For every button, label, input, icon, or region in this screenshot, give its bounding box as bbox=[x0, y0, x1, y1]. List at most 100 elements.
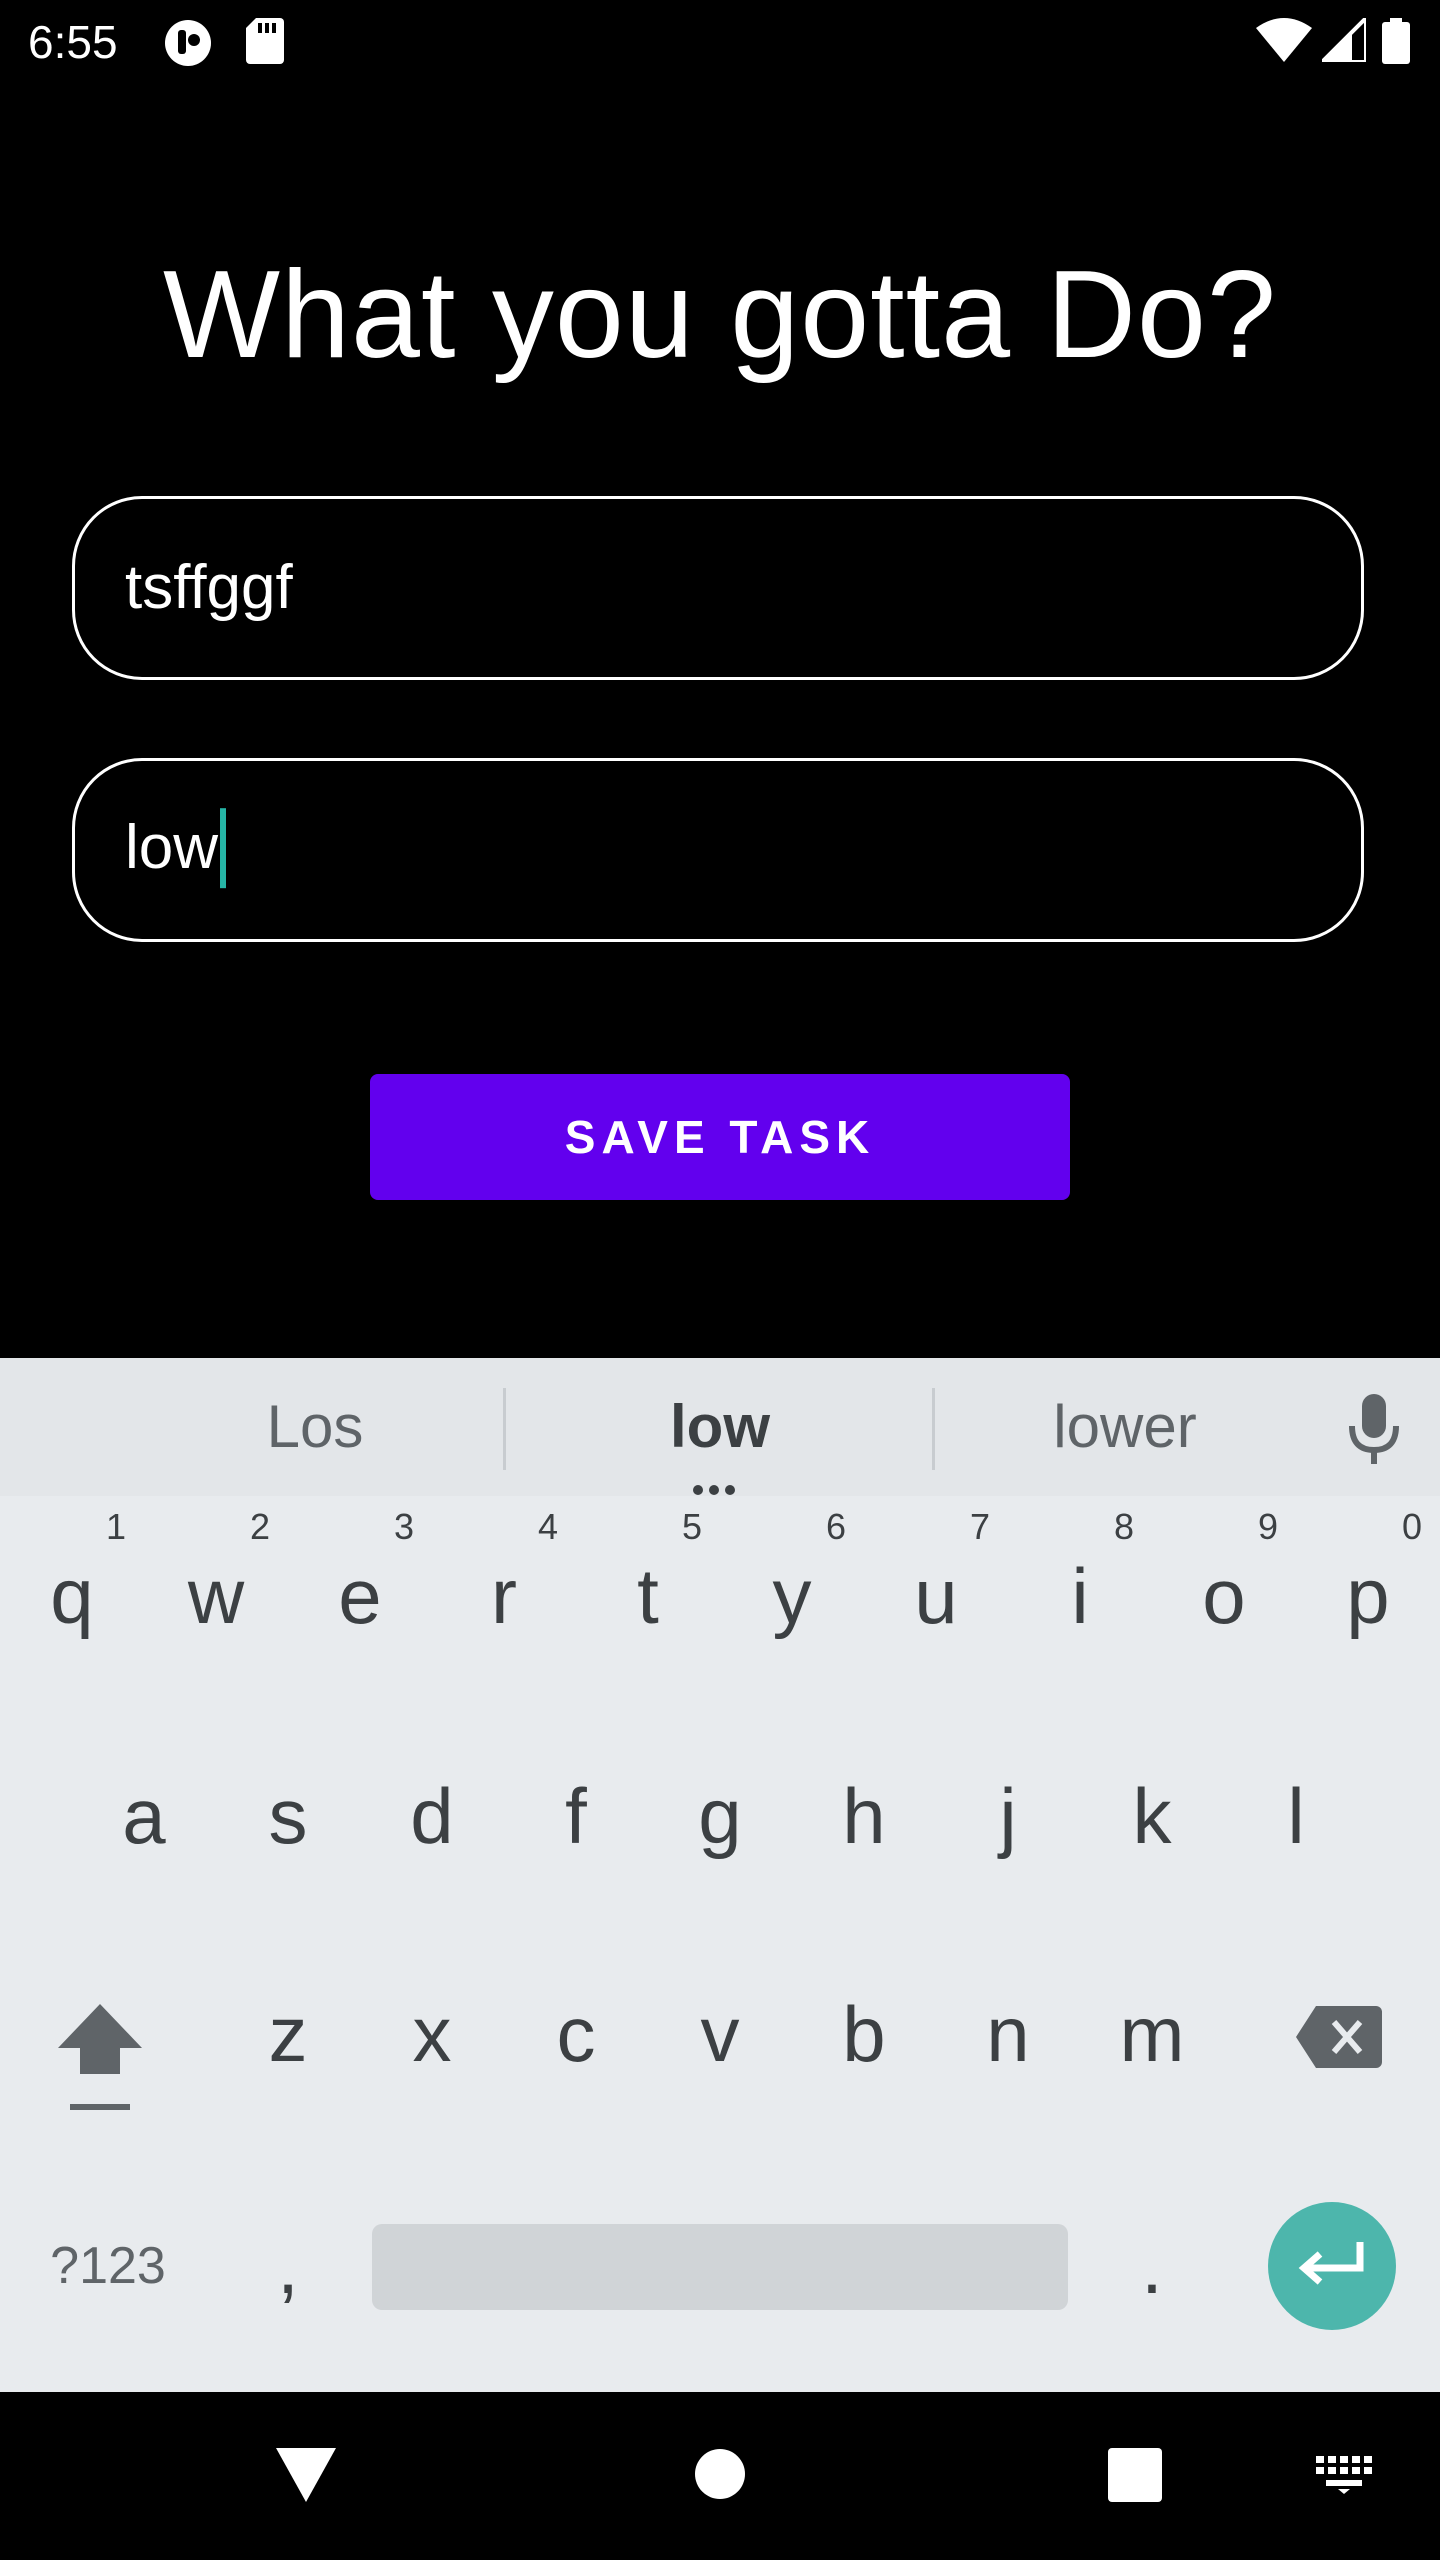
backspace-icon bbox=[1296, 2006, 1382, 2068]
priority-input-content: low bbox=[125, 807, 227, 892]
key-b[interactable]: b bbox=[792, 1934, 936, 2134]
key-label: f bbox=[565, 1772, 587, 1860]
key-hint: 9 bbox=[1257, 1506, 1278, 1547]
key-p[interactable]: 0p bbox=[1296, 1496, 1440, 1696]
navigation-bar bbox=[0, 2392, 1440, 2560]
suggestion-left[interactable]: Los bbox=[150, 1358, 480, 1496]
key-label: k bbox=[1132, 1772, 1172, 1860]
key-w[interactable]: 2w bbox=[144, 1496, 288, 1696]
key-q[interactable]: 1q bbox=[0, 1496, 144, 1696]
key-label: c bbox=[556, 1990, 596, 2078]
key-h[interactable]: h bbox=[792, 1716, 936, 1916]
key-y[interactable]: 6y bbox=[720, 1496, 864, 1696]
key-label: q bbox=[50, 1552, 94, 1640]
sd-card-icon bbox=[246, 18, 284, 64]
key-t[interactable]: 5t bbox=[576, 1496, 720, 1696]
key-u[interactable]: 7u bbox=[864, 1496, 1008, 1696]
key-label: r bbox=[491, 1552, 517, 1640]
key-g[interactable]: g bbox=[648, 1716, 792, 1916]
key-label: a bbox=[122, 1772, 166, 1860]
key-label: ?123 bbox=[50, 2237, 166, 2295]
key-label: , bbox=[277, 2222, 299, 2310]
key-k[interactable]: k bbox=[1080, 1716, 1224, 1916]
suggestion-center[interactable]: low bbox=[540, 1358, 900, 1496]
key-label: i bbox=[1071, 1552, 1089, 1640]
key-label: e bbox=[338, 1552, 382, 1640]
key-label: . bbox=[1141, 2222, 1163, 2310]
page-title: What you gotta Do? bbox=[163, 246, 1277, 384]
more-suggestions-indicator bbox=[693, 1482, 745, 1495]
battery-icon bbox=[1382, 18, 1410, 64]
suggestion-strip: Los low lower bbox=[0, 1358, 1440, 1496]
key-v[interactable]: v bbox=[648, 1934, 792, 2134]
key-i[interactable]: 8i bbox=[1008, 1496, 1152, 1696]
key-d[interactable]: d bbox=[360, 1716, 504, 1916]
suggestion-right[interactable]: lower bbox=[960, 1358, 1290, 1496]
priority-input[interactable]: low bbox=[72, 758, 1364, 942]
key-s[interactable]: s bbox=[216, 1716, 360, 1916]
key-n[interactable]: n bbox=[936, 1934, 1080, 2134]
key-label: l bbox=[1287, 1772, 1305, 1860]
suggestion-divider bbox=[932, 1388, 935, 1470]
key-o[interactable]: 9o bbox=[1152, 1496, 1296, 1696]
key-label: m bbox=[1119, 1990, 1185, 2078]
key-hint: 6 bbox=[825, 1506, 846, 1547]
period-key[interactable]: . bbox=[1080, 2166, 1224, 2366]
signal-icon bbox=[1322, 18, 1366, 62]
key-label: w bbox=[187, 1552, 245, 1640]
enter-icon bbox=[1298, 2242, 1364, 2285]
back-icon[interactable] bbox=[276, 2448, 336, 2502]
key-f[interactable]: f bbox=[504, 1716, 648, 1916]
soft-keyboard: Los low lower 1q 2w 3e 4r 5t 6y 7u 8i 9o… bbox=[0, 1358, 1440, 2392]
save-task-button[interactable]: SAVE TASK bbox=[370, 1074, 1070, 1200]
key-label: v bbox=[700, 1990, 740, 2078]
key-label: o bbox=[1202, 1552, 1246, 1640]
backspace-key[interactable] bbox=[1266, 1934, 1410, 2134]
status-bar: 6:55 bbox=[0, 0, 1440, 84]
status-time: 6:55 bbox=[28, 16, 118, 68]
key-r[interactable]: 4r bbox=[432, 1496, 576, 1696]
key-z[interactable]: z bbox=[216, 1934, 360, 2134]
key-c[interactable]: c bbox=[504, 1934, 648, 2134]
keyboard-switch-icon[interactable] bbox=[1316, 2456, 1372, 2494]
key-label: t bbox=[637, 1552, 659, 1640]
home-icon[interactable] bbox=[694, 2448, 746, 2500]
key-label: p bbox=[1346, 1552, 1390, 1640]
enter-key[interactable] bbox=[1268, 2202, 1396, 2330]
key-label: y bbox=[772, 1552, 812, 1640]
comma-key[interactable]: , bbox=[216, 2166, 360, 2366]
key-label: z bbox=[268, 1990, 308, 2078]
key-label: u bbox=[914, 1552, 958, 1640]
key-x[interactable]: x bbox=[360, 1934, 504, 2134]
wifi-icon bbox=[1256, 18, 1312, 62]
notification-app-icon bbox=[165, 20, 211, 66]
key-l[interactable]: l bbox=[1224, 1716, 1368, 1916]
shift-icon bbox=[58, 2004, 142, 2110]
key-hint: 4 bbox=[537, 1506, 558, 1547]
key-label: x bbox=[412, 1990, 452, 2078]
key-label: d bbox=[410, 1772, 454, 1860]
key-hint: 8 bbox=[1113, 1506, 1134, 1547]
space-key[interactable] bbox=[372, 2224, 1068, 2310]
shift-key[interactable] bbox=[28, 1934, 172, 2134]
recents-icon[interactable] bbox=[1108, 2448, 1162, 2502]
symbols-key[interactable]: ?123 bbox=[28, 2166, 188, 2366]
key-label: n bbox=[986, 1990, 1030, 2078]
key-hint: 7 bbox=[969, 1506, 990, 1547]
key-m[interactable]: m bbox=[1080, 1934, 1224, 2134]
key-hint: 2 bbox=[249, 1506, 270, 1547]
key-hint: 0 bbox=[1401, 1506, 1422, 1547]
task-input[interactable]: tsffggf bbox=[72, 496, 1364, 680]
key-hint: 1 bbox=[105, 1506, 126, 1547]
key-j[interactable]: j bbox=[936, 1716, 1080, 1916]
key-e[interactable]: 3e bbox=[288, 1496, 432, 1696]
key-a[interactable]: a bbox=[72, 1716, 216, 1916]
key-hint: 5 bbox=[681, 1506, 702, 1547]
key-label: b bbox=[842, 1990, 886, 2078]
key-label: h bbox=[842, 1772, 886, 1860]
key-label: s bbox=[268, 1772, 308, 1860]
suggestion-divider bbox=[503, 1388, 506, 1470]
key-label: j bbox=[999, 1772, 1017, 1860]
key-hint: 3 bbox=[393, 1506, 414, 1547]
microphone-icon[interactable] bbox=[1346, 1394, 1402, 1464]
